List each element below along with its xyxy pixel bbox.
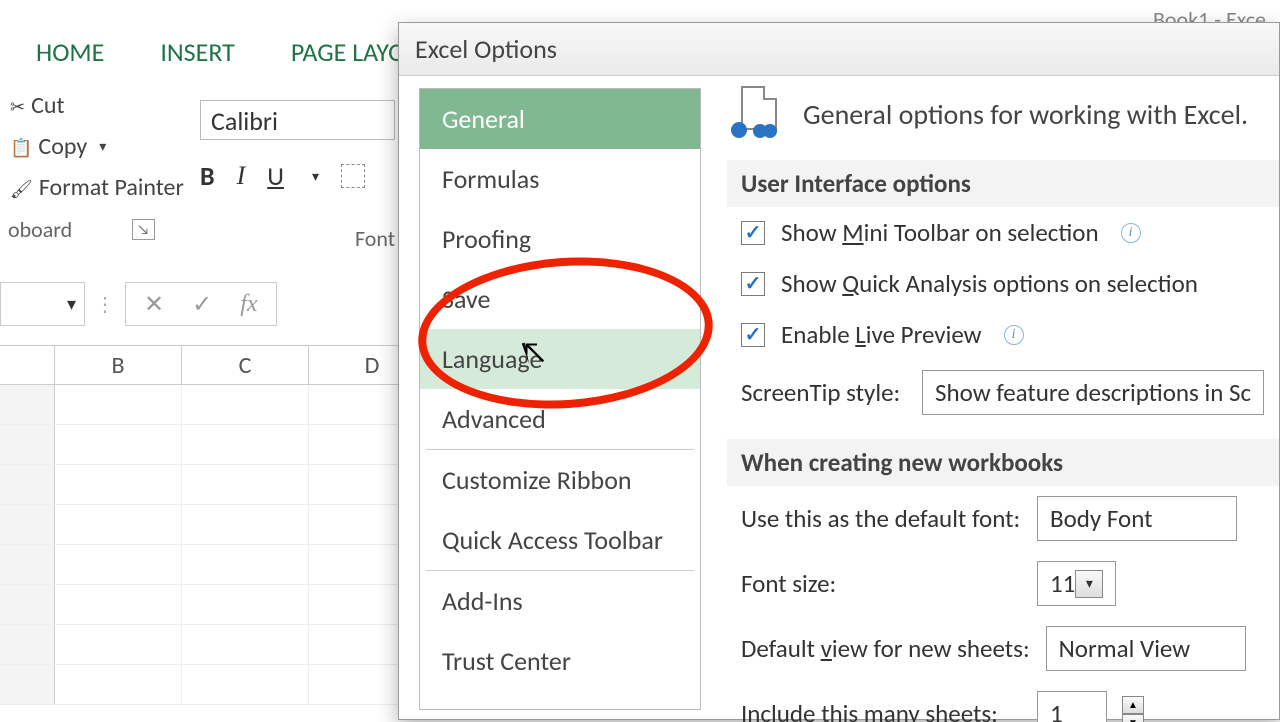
label-font-size: Font size: <box>741 568 1021 599</box>
tab-insert[interactable]: INSERT <box>152 32 243 72</box>
font-name-combo[interactable]: Calibri <box>200 100 395 140</box>
info-icon[interactable] <box>1004 325 1024 345</box>
chevron-down-icon[interactable]: ▾ <box>312 168 319 185</box>
nav-trust-center[interactable]: Trust Center <box>420 631 700 691</box>
cut-button[interactable]: Cut <box>0 85 195 126</box>
section-ui-options: User Interface options <box>727 160 1279 207</box>
nav-general[interactable]: General <box>420 89 700 149</box>
italic-button[interactable]: I <box>237 161 246 191</box>
scissors-icon <box>10 91 25 120</box>
chevron-down-icon[interactable]: ▾ <box>1075 570 1103 598</box>
brush-icon <box>10 173 33 202</box>
column-headers: B C D <box>0 345 436 385</box>
excel-options-dialog: Excel Options General Formulas Proofing … <box>398 22 1280 720</box>
col-header[interactable]: B <box>55 346 182 384</box>
bold-button[interactable]: B <box>200 160 215 192</box>
ribbon-tabs: HOME INSERT PAGE LAYO <box>0 32 413 72</box>
clipboard-group: Cut Copy▾ Format Painter oboard ↘ <box>0 85 195 247</box>
insert-function-button[interactable]: fx <box>240 291 257 318</box>
label-mini-toolbar: Show Mini Toolbar on selection <box>781 217 1099 248</box>
copy-button[interactable]: Copy▾ <box>0 126 195 167</box>
spinner-buttons[interactable]: ▲▼ <box>1122 696 1144 722</box>
nav-proofing[interactable]: Proofing <box>420 209 700 269</box>
col-header[interactable] <box>0 346 55 384</box>
tab-home[interactable]: HOME <box>28 32 112 72</box>
nav-language[interactable]: Language <box>420 329 700 389</box>
label-sheet-count: Include this many sheets: <box>741 698 1021 722</box>
checkbox-mini-toolbar[interactable] <box>741 221 765 245</box>
nav-add-ins[interactable]: Add-Ins <box>420 571 700 631</box>
label-screentip-style: ScreenTip style: <box>741 377 906 408</box>
clipboard-group-label: oboard <box>8 216 72 243</box>
info-icon[interactable] <box>1121 223 1141 243</box>
checkbox-quick-analysis[interactable] <box>741 272 765 296</box>
label-live-preview: Enable Live Preview <box>781 319 982 350</box>
spin-up-icon[interactable]: ▲ <box>1122 696 1144 714</box>
font-group-label: Font <box>355 225 395 252</box>
label-quick-analysis: Show Quick Analysis options on selection <box>781 268 1198 299</box>
dialog-title: Excel Options <box>399 23 1279 76</box>
nav-customize-ribbon[interactable]: Customize Ribbon <box>420 450 700 510</box>
section-new-workbooks: When creating new workbooks <box>727 439 1279 486</box>
format-painter-button[interactable]: Format Painter <box>0 167 195 208</box>
enter-formula-icon[interactable]: ✓ <box>192 290 212 319</box>
nav-quick-access-toolbar[interactable]: Quick Access Toolbar <box>420 510 700 570</box>
cell-grid[interactable] <box>0 385 436 705</box>
checkbox-live-preview[interactable] <box>741 323 765 347</box>
nav-formulas[interactable]: Formulas <box>420 149 700 209</box>
label-default-view: Default view for new sheets: <box>741 633 1030 664</box>
chevron-down-icon[interactable]: ▾ <box>99 138 106 155</box>
nav-advanced[interactable]: Advanced <box>420 389 700 449</box>
combo-default-font[interactable]: Body Font <box>1037 496 1237 541</box>
combo-font-size[interactable]: 11▾ <box>1037 561 1116 606</box>
options-pane: General options for working with Excel. … <box>711 76 1279 722</box>
options-category-list: General Formulas Proofing Save Language … <box>419 88 701 710</box>
underline-button[interactable]: U <box>267 160 284 192</box>
label-default-font: Use this as the default font: <box>741 503 1021 534</box>
border-button[interactable] <box>341 164 365 188</box>
options-icon <box>727 86 783 142</box>
tab-page-layout[interactable]: PAGE LAYO <box>283 32 413 72</box>
copy-icon <box>10 132 32 161</box>
combo-screentip-style[interactable]: Show feature descriptions in Sc <box>922 370 1264 415</box>
dialog-launcher-icon[interactable]: ↘ <box>132 219 154 240</box>
cancel-formula-icon[interactable]: ✕ <box>144 290 164 319</box>
spin-down-icon[interactable]: ▼ <box>1122 714 1144 722</box>
nav-save[interactable]: Save <box>420 269 700 329</box>
pane-title: General options for working with Excel. <box>803 97 1248 132</box>
name-box[interactable]: ▾ <box>0 282 85 326</box>
col-header[interactable]: C <box>182 346 309 384</box>
combo-default-view[interactable]: Normal View <box>1046 626 1246 671</box>
spinner-sheet-count[interactable]: 1 <box>1037 691 1107 722</box>
